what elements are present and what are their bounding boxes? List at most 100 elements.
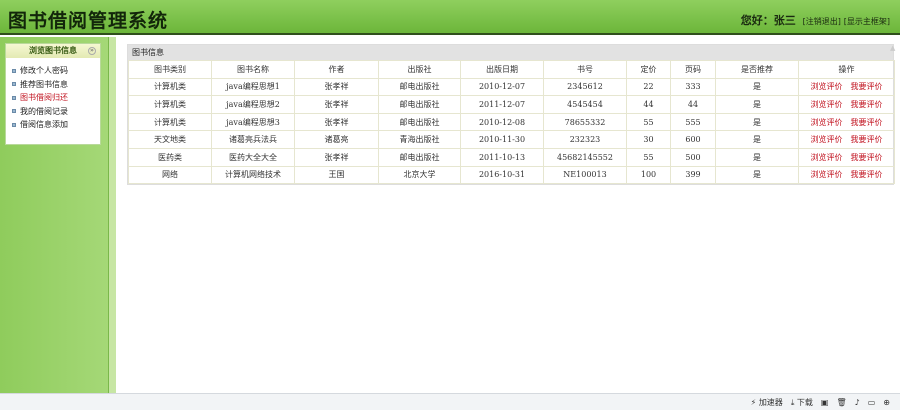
sidebar-item-label: 我的借阅记录 <box>20 106 68 116</box>
sidebar-item[interactable]: 我的借阅记录 <box>12 105 100 119</box>
view-reviews-link[interactable]: 浏览评价 <box>811 153 843 162</box>
table-cell: 30 <box>626 130 671 149</box>
view-reviews-link[interactable]: 浏览评价 <box>811 170 843 179</box>
table-cell: 2010-11-30 <box>460 130 544 149</box>
table-cell: 张孝祥 <box>294 147 379 167</box>
table-cell: 邮电出版社 <box>378 147 461 167</box>
write-review-link[interactable]: 我要评价 <box>851 100 883 109</box>
browser-statusbar: ⚡ 加速器 ⤓ 下载 ▣ 🗑 ♪ ▭ ⊕ <box>0 393 900 410</box>
table-cell: java编程思想1 <box>211 77 295 97</box>
write-review-link[interactable]: 我要评价 <box>851 135 883 144</box>
column-header: 书号 <box>543 60 627 79</box>
actions-cell: 浏览评价 我要评价 <box>798 77 895 97</box>
table-row: 计算机类 java编程思想2 张孝祥 邮电出版社 2011-12-07 4545454 44… <box>128 95 895 114</box>
write-review-link[interactable]: 我要评价 <box>851 118 883 127</box>
download-button[interactable]: ⤓ 下载 <box>791 397 813 408</box>
header: 图书借阅管理系统 您好：张三 [注销退出] [显示主框架] <box>0 0 900 35</box>
sidebar-item[interactable]: 借阅信息添加 <box>12 118 100 132</box>
table-cell: 网络 <box>128 165 212 185</box>
table-cell: 2010-12-07 <box>460 77 544 97</box>
sidebar-panel: 浏览图书信息 » 修改个人密码 推荐图书信息图书借阅归还 我的借阅记录 借阅信息添加 <box>5 43 101 145</box>
user-bar: 您好：张三 [注销退出] [显示主框架] <box>741 12 890 28</box>
window-icon[interactable]: ▭ <box>868 398 876 407</box>
table-cell: 55 <box>626 147 671 167</box>
table-cell: 22 <box>626 77 671 97</box>
actions-cell: 浏览评价 我要评价 <box>798 165 895 185</box>
table-cell: 45682145552 <box>543 147 627 167</box>
book-table: 图书类别 图书名称 作者 出版社 出版日期 书号 定价 页码 是否推荐 操作 计算机类 java编程… <box>128 60 895 185</box>
table-header-row: 图书类别 图书名称 作者 出版社 出版日期 书号 定价 页码 是否推荐 操作 <box>128 60 895 79</box>
greeting: 您好：张三 <box>740 14 796 27</box>
view-reviews-link[interactable]: 浏览评价 <box>811 135 843 144</box>
book-info-panel: 图书信息 图书类别 图书名称 作者 出版社 出版日期 书号 定价 页码 是否推荐 操作 计算机类 j… <box>127 44 895 186</box>
column-header: 作者 <box>294 60 379 79</box>
view-reviews-link[interactable]: 浏览评价 <box>811 82 843 91</box>
table-cell: java编程思想2 <box>211 95 295 114</box>
table-cell: 55 <box>626 112 671 132</box>
column-header: 定价 <box>626 60 671 79</box>
bullet-icon <box>12 109 16 113</box>
actions-cell: 浏览评价 我要评价 <box>798 130 895 149</box>
panel-title[interactable]: 浏览图书信息 » <box>6 44 100 58</box>
column-header: 出版社 <box>378 60 461 79</box>
table-cell: 医药大全大全 <box>211 147 295 167</box>
scrollbar-up-arrow[interactable]: ▲ <box>890 44 898 52</box>
table-cell: 邮电出版社 <box>378 95 461 114</box>
table-cell: 44 <box>670 95 716 114</box>
table-cell: NE100013 <box>543 165 627 185</box>
app-title: 图书借阅管理系统 <box>8 10 169 32</box>
accelerator-button[interactable]: ⚡ 加速器 <box>751 397 783 408</box>
table-cell: 天文地类 <box>128 130 212 149</box>
table-cell: 计算机类 <box>128 95 212 114</box>
column-header: 操作 <box>798 60 895 79</box>
sidebar-item-label: 推荐图书信息 <box>20 79 68 89</box>
sidebar-item[interactable]: 推荐图书信息 <box>12 78 100 92</box>
write-review-link[interactable]: 我要评价 <box>851 153 883 162</box>
table-cell: 北京大学 <box>378 165 461 185</box>
actions-cell: 浏览评价 我要评价 <box>798 112 895 132</box>
logout-link[interactable]: [注销退出] <box>803 17 841 26</box>
table-cell: 399 <box>670 165 716 185</box>
table-cell: 是 <box>715 147 799 167</box>
screenshot-icon[interactable]: ▣ <box>821 398 829 407</box>
table-cell: 4545454 <box>543 95 627 114</box>
view-reviews-link[interactable]: 浏览评价 <box>811 118 843 127</box>
column-header: 图书名称 <box>211 60 295 79</box>
sidebar-item-label: 借阅信息添加 <box>20 120 68 129</box>
table-cell: 计算机类 <box>128 77 212 97</box>
sidebar-splitter[interactable] <box>108 37 116 393</box>
column-header: 出版日期 <box>460 60 544 79</box>
sidebar-item[interactable]: 修改个人密码 <box>12 64 100 78</box>
show-main-frame-link[interactable]: [显示主框架] <box>844 17 890 26</box>
table-cell: 邮电出版社 <box>378 112 461 132</box>
table-cell: 是 <box>715 77 799 97</box>
table-cell: 医药类 <box>128 147 212 167</box>
table-cell: 555 <box>670 112 716 132</box>
write-review-link[interactable]: 我要评价 <box>851 82 883 91</box>
table-cell: 2010-12-08 <box>460 112 544 132</box>
view-reviews-link[interactable]: 浏览评价 <box>811 100 843 109</box>
trash-icon[interactable]: 🗑 <box>836 398 846 407</box>
panel-title-label: 浏览图书信息 <box>29 46 77 55</box>
table-cell: 是 <box>715 95 799 114</box>
table-cell: 诸葛亮兵法兵 <box>211 130 295 149</box>
zoom-icon[interactable]: ⊕ <box>883 398 890 407</box>
column-header: 页码 <box>670 60 716 79</box>
sidebar-item[interactable]: 图书借阅归还 <box>12 91 100 105</box>
sound-icon[interactable]: ♪ <box>855 398 860 407</box>
accelerator-icon: ⚡ <box>750 398 757 407</box>
table-cell: 计算机类 <box>128 112 212 132</box>
bullet-icon <box>12 122 16 127</box>
table-row: 计算机类 java编程思想1 张孝祥 邮电出版社 2010-12-07 2345612 22… <box>128 77 895 97</box>
collapse-icon[interactable]: » <box>88 47 96 55</box>
table-cell: 232323 <box>543 130 627 149</box>
table-cell: 44 <box>626 95 671 114</box>
table-cell: 张孝祥 <box>294 77 379 97</box>
table-cell: 333 <box>670 77 716 97</box>
accelerator-label: 加速器 <box>758 398 783 407</box>
write-review-link[interactable]: 我要评价 <box>851 170 883 179</box>
table-cell: 计算机网络技术 <box>211 165 295 185</box>
bullet-icon <box>12 82 16 86</box>
table-cell: 2016-10-31 <box>460 165 544 185</box>
content-title: 图书信息 <box>128 45 893 60</box>
